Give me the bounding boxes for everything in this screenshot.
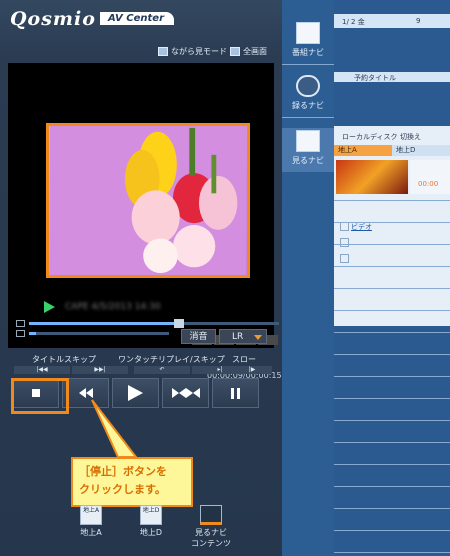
broadcast-tabs: 地上A 地上D — [334, 145, 450, 156]
volume-slider[interactable] — [29, 332, 169, 335]
seek-bar[interactable] — [29, 319, 279, 328]
title-skip-forward-button[interactable]: ▶▶| — [72, 366, 128, 374]
program-guide-icon — [296, 22, 320, 44]
callout-line-2: クリックします。 — [79, 483, 166, 496]
row-line — [334, 376, 450, 377]
player-panel: Qosmio AV Center ながら見モード 全画面 CAPE 4/5/20… — [0, 0, 282, 556]
reserve-title: 予約タイトル — [354, 74, 396, 82]
fast-forward-button[interactable] — [162, 378, 209, 408]
nav-program-guide-label: 番組ナビ — [292, 48, 324, 57]
row-line — [334, 464, 450, 465]
callout-line-1: ［停止］ボタンを — [79, 465, 167, 478]
row-line — [334, 266, 450, 267]
title-skip-back-button[interactable]: |◀◀ — [14, 366, 70, 374]
row-line — [334, 552, 450, 553]
seek-fill — [29, 322, 179, 325]
volume-row — [16, 330, 169, 337]
fast-forward-icon — [171, 388, 200, 398]
tulip-image — [49, 126, 247, 275]
record-icon — [296, 75, 320, 97]
source-switcher: 地上A 地上A 地上D 地上D 見るナビ コンテンツ — [70, 505, 232, 549]
dropdown-arrow-icon — [254, 335, 262, 340]
audio-channel-select[interactable]: LR — [219, 329, 267, 344]
tab-terrestrial-a[interactable]: 地上A — [334, 145, 392, 156]
stop-highlight-frame — [11, 378, 69, 414]
row-line — [334, 442, 450, 443]
tab-terrestrial-d[interactable]: 地上D — [392, 145, 450, 156]
video-preview — [46, 123, 250, 278]
source-terrestrial-a[interactable]: 地上A 地上A — [70, 505, 112, 549]
row-line — [334, 354, 450, 355]
row-line — [334, 398, 450, 399]
photo-category-icon[interactable] — [340, 238, 349, 247]
video-category-icon[interactable] — [340, 222, 349, 231]
program-info: CAPE 4/5/2013 14:30 — [44, 301, 161, 313]
watch-navi-icon — [200, 505, 222, 525]
slow-button[interactable]: |▶ — [232, 366, 272, 374]
audio-channel-label: LR — [232, 332, 244, 342]
rewind-icon — [78, 388, 93, 398]
nav-watch-label: 見るナビ — [292, 156, 324, 165]
watch-icon — [296, 130, 320, 152]
skip-buttons: |◀◀ ▶▶| ↶ ▸| |▶ — [10, 366, 276, 374]
seek-knob[interactable] — [174, 319, 184, 328]
source-label-a: 地上A — [80, 528, 102, 537]
nagara-mode-icon[interactable] — [158, 47, 168, 56]
fullscreen-label[interactable]: 全画面 — [243, 46, 267, 57]
date-text: 1/ 2 金 — [342, 18, 365, 26]
replay-button[interactable]: ↶ — [134, 366, 190, 374]
navigation-panel: 1/ 2 金 9 予約タイトル 番組ナビ 録るナビ 見るナビ ローカルディスク … — [282, 0, 450, 556]
source-terrestrial-d[interactable]: 地上D 地上D — [130, 505, 172, 549]
row-line — [334, 200, 450, 201]
nagara-mode-label[interactable]: ながら見モード — [171, 46, 227, 57]
nav-watch[interactable]: 見るナビ — [282, 128, 334, 172]
source-label-d: 地上D — [139, 528, 163, 537]
title-skip-label: タイトルスキップ — [32, 355, 96, 364]
chapter-icon — [16, 320, 25, 327]
callout-pointer — [91, 399, 139, 458]
video-thumbnail[interactable] — [336, 160, 408, 194]
fullscreen-icon[interactable] — [230, 47, 240, 56]
program-title: CAPE 4/5/2013 14:30 — [65, 302, 161, 312]
nav-program-guide[interactable]: 番組ナビ — [282, 22, 334, 58]
source-label[interactable]: ローカルディスク — [342, 132, 398, 142]
mute-button[interactable]: 消音 — [181, 329, 216, 344]
row-line — [334, 222, 450, 223]
row-line — [334, 244, 450, 245]
qosmio-logo: Qosmio — [10, 8, 96, 30]
speaker-icon — [16, 330, 25, 337]
volume-fill — [29, 332, 36, 335]
nav-divider — [282, 64, 334, 65]
pause-button[interactable] — [212, 378, 259, 408]
row-line — [334, 420, 450, 421]
video-player: CAPE 4/5/2013 14:30 00:00:09/00:00:15 — [8, 63, 282, 380]
source-watch-navi[interactable]: 見るナビ コンテンツ — [190, 505, 232, 549]
row-line — [334, 310, 450, 311]
seek-row — [16, 319, 279, 328]
music-category-icon[interactable] — [340, 254, 349, 263]
slow-label: スロー — [232, 355, 256, 364]
row-line — [334, 288, 450, 289]
av-center-badge: AV Center — [100, 12, 175, 25]
tv-d-icon: 地上D — [140, 505, 162, 525]
onetouch-label: ワンタッチリプレイ/スキップ — [118, 355, 225, 364]
video-category-label[interactable]: ビデオ — [351, 222, 372, 232]
nav-divider — [282, 117, 334, 118]
nav-record[interactable]: 録るナビ — [282, 75, 334, 111]
mode-row: ながら見モード 全画面 — [158, 46, 267, 57]
row-line — [334, 486, 450, 487]
switch-label[interactable]: 切換え — [400, 132, 421, 142]
row-line — [334, 508, 450, 509]
instruction-callout: ［停止］ボタンを クリックします。 — [71, 457, 193, 507]
pause-icon — [231, 387, 240, 399]
row-line — [334, 530, 450, 531]
thumbnail-time: 00:00 — [418, 180, 439, 188]
nav-record-label: 録るナビ — [292, 101, 324, 110]
playing-indicator-icon — [44, 301, 55, 313]
thumbnail-info — [410, 160, 450, 194]
hour-text: 9 — [416, 17, 421, 25]
row-line — [334, 332, 450, 333]
tv-a-icon: 地上A — [80, 505, 102, 525]
source-label-watch: 見るナビ コンテンツ — [191, 528, 231, 548]
